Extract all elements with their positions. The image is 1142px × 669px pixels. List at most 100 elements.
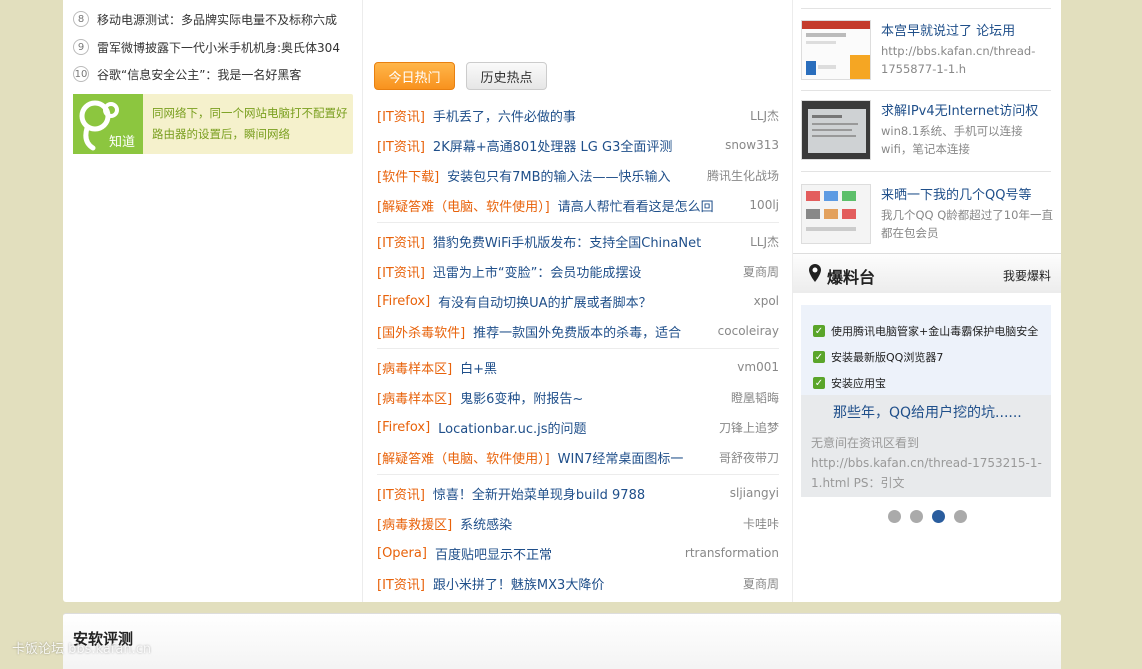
baoliao-image[interactable]: ✓ 使用腾讯电脑管家+金山毒霸保护电脑安全 ✓ 安装最新版QQ浏览器7 ✓ 安装… [801, 305, 1051, 395]
location-pin-icon [809, 264, 821, 282]
thread-author[interactable]: 卡哇咔 [743, 515, 779, 532]
baoliao-header: 爆料台 我要爆料 [793, 253, 1061, 293]
thread-title[interactable]: Locationbar.uc.js的问题 [438, 418, 713, 437]
thread-category[interactable]: [病毒样本区] [377, 388, 452, 407]
tab-today-hot[interactable]: 今日热门 [374, 62, 455, 90]
news-title[interactable]: 求解IPv4无Internet访问权 [881, 100, 1038, 119]
thread-category[interactable]: [病毒救援区] [377, 514, 452, 533]
thread-row[interactable]: [IT资讯] 跟小米拼了！魅族MX3大降价 夏商周 [377, 568, 779, 598]
news-thumbnail[interactable] [801, 100, 871, 160]
baoliao-card[interactable]: ✓ 使用腾讯电脑管家+金山毒霸保护电脑安全 ✓ 安装最新版QQ浏览器7 ✓ 安装… [801, 305, 1051, 497]
zhidao-box[interactable]: 知道 同网络下，同一个网站电脑打不配置好路由器的设置后，瞬间网络 [73, 94, 353, 154]
zhidao-text[interactable]: 同网络下，同一个网站电脑打不配置好路由器的设置后，瞬间网络 [152, 103, 348, 145]
news-item[interactable]: 求解IPv4无Internet访问权 win8.1系统、手机可以连接wifi，笔… [801, 100, 1051, 170]
baoliao-caption[interactable]: 那些年，QQ给用户挖的坑...... [833, 402, 1022, 422]
thread-author[interactable]: rtransformation [685, 546, 779, 560]
thread-title[interactable]: 鬼影6变种，附报告~ [460, 388, 725, 407]
thread-category[interactable]: [IT资讯] [377, 262, 425, 281]
thread-title[interactable]: 安装包只有7MB的输入法——快乐输入 [447, 166, 701, 185]
thread-author[interactable]: 100lj [749, 198, 779, 212]
thread-author[interactable]: snow313 [725, 138, 779, 152]
ranking-item[interactable]: 8 移动电源测试：多品牌实际电量不及标称六成 [73, 9, 337, 29]
carousel-dot[interactable] [888, 510, 901, 523]
thread-author[interactable]: 哥舒夜带刀 [719, 449, 779, 466]
thread-title[interactable]: 百度贴吧显示不正常 [435, 544, 679, 563]
thread-category[interactable]: [解疑答难（电脑、软件使用）] [377, 196, 550, 215]
thread-author[interactable]: cocoleiray [718, 324, 779, 338]
thread-category[interactable]: [IT资讯] [377, 232, 425, 251]
thread-title[interactable]: 有没有自动切换UA的扩展或者脚本？ [438, 292, 747, 311]
thread-author[interactable]: vm001 [737, 360, 779, 374]
thread-category[interactable]: [IT资讯] [377, 136, 425, 155]
thread-title[interactable]: 手机丢了，六件必做的事 [433, 106, 744, 125]
thread-author[interactable]: 夏商周 [743, 575, 779, 592]
thread-title[interactable]: 跟小米拼了！魅族MX3大降价 [433, 574, 737, 593]
thread-row[interactable]: [解疑答难（电脑、软件使用）] WIN7经常桌面图标一 哥舒夜带刀 [377, 442, 779, 472]
ranking-link[interactable]: 雷军微博披露下一代小米手机机身:奥氏体304 [97, 39, 340, 56]
thread-author[interactable]: 腾讯生化战场 [707, 167, 779, 184]
thread-row[interactable]: [Firefox] Locationbar.uc.js的问题 刀锋上追梦 [377, 412, 779, 442]
thread-title[interactable]: 惊喜！全新开始菜单现身build 9788 [433, 484, 724, 503]
thread-author[interactable]: 夏商周 [743, 263, 779, 280]
news-thumbnail[interactable] [801, 20, 871, 80]
right-column: 本宫早就说过了 论坛用 http://bbs.kafan.cn/thread-1… [793, 0, 1061, 602]
thread-category[interactable]: [IT资讯] [377, 484, 425, 503]
thread-title[interactable]: 请高人帮忙看看这是怎么回 [558, 196, 744, 215]
thread-row[interactable]: [IT资讯] 迅雷为上市“变脸”：会员功能成摆设 夏商周 [377, 256, 779, 286]
ranking-item[interactable]: 9 雷军微博披露下一代小米手机机身:奥氏体304 [73, 37, 340, 57]
thread-divider [377, 348, 779, 349]
thread-category[interactable]: [IT资讯] [377, 574, 425, 593]
thread-title[interactable]: 白+黑 [460, 358, 731, 377]
thread-title[interactable]: WIN7经常桌面图标一 [558, 448, 713, 467]
carousel-dot[interactable] [954, 510, 967, 523]
news-divider [801, 8, 1051, 9]
zhidao-logo-text: 知道 [109, 134, 135, 150]
thread-row[interactable]: [国外杀毒软件] 推荐一款国外免费版本的杀毒，适合 cocoleiray [377, 316, 779, 346]
thread-row[interactable]: [软件下载] 安装包只有7MB的输入法——快乐输入 腾讯生化战场 [377, 160, 779, 190]
thread-row[interactable]: [病毒救援区] 系统感染 卡哇咔 [377, 508, 779, 538]
thread-category[interactable]: [病毒样本区] [377, 358, 452, 377]
submit-tip-button[interactable]: 我要爆料 [1003, 267, 1051, 284]
news-item[interactable]: 来晒一下我的几个QQ号等 我几个QQ Q龄都超过了10年一直都在包会员 [801, 184, 1053, 254]
ranking-link[interactable]: 移动电源测试：多品牌实际电量不及标称六成 [97, 11, 337, 28]
thread-row[interactable]: [IT资讯] 2K屏幕+高通801处理器 LG G3全面评测 snow313 [377, 130, 779, 160]
carousel-dot-active[interactable] [932, 510, 945, 523]
thread-title[interactable]: 2K屏幕+高通801处理器 LG G3全面评测 [433, 136, 719, 155]
thread-category[interactable]: [国外杀毒软件] [377, 322, 465, 341]
news-title[interactable]: 来晒一下我的几个QQ号等 [881, 184, 1031, 203]
thread-row[interactable]: [病毒样本区] 白+黑 vm001 [377, 352, 779, 382]
thread-row[interactable]: [IT资讯] 猎豹免费WiFi手机版发布：支持全国ChinaNet LLJ杰 [377, 226, 779, 256]
thread-category[interactable]: [解疑答难（电脑、软件使用）] [377, 448, 550, 467]
thread-author[interactable]: 瞪凰韬晦 [731, 389, 779, 406]
rank-number: 10 [73, 66, 89, 82]
ranking-link[interactable]: 谷歌“信息安全公主”：我是一名好黑客 [97, 66, 301, 83]
thread-author[interactable]: 刀锋上追梦 [719, 419, 779, 436]
thread-title[interactable]: 系统感染 [460, 514, 737, 533]
main-panel: 8 移动电源测试：多品牌实际电量不及标称六成 9 雷军微博披露下一代小米手机机身… [63, 0, 1061, 602]
thread-row[interactable]: [IT资讯] 手机丢了，六件必做的事 LLJ杰 [377, 100, 779, 130]
thread-row[interactable]: [Opera] 百度贴吧显示不正常 rtransformation [377, 538, 779, 568]
thread-row[interactable]: [IT资讯] 惊喜！全新开始菜单现身build 9788 sljiangyi [377, 478, 779, 508]
tab-history-hot[interactable]: 历史热点 [466, 62, 547, 90]
thread-title[interactable]: 推荐一款国外免费版本的杀毒，适合 [473, 322, 712, 341]
news-item[interactable]: 本宫早就说过了 论坛用 http://bbs.kafan.cn/thread-1… [801, 20, 1051, 90]
thread-author[interactable]: LLJ杰 [750, 233, 779, 250]
ranking-item[interactable]: 10 谷歌“信息安全公主”：我是一名好黑客 [73, 64, 301, 84]
thread-author[interactable]: LLJ杰 [750, 107, 779, 124]
thread-row[interactable]: [Firefox] 有没有自动切换UA的扩展或者脚本？ xpol [377, 286, 779, 316]
checkbox-row: ✓ 安装最新版QQ浏览器7 [813, 349, 943, 365]
thread-author[interactable]: xpol [754, 294, 779, 308]
news-title[interactable]: 本宫早就说过了 论坛用 [881, 20, 1015, 39]
thread-row[interactable]: [解疑答难（电脑、软件使用）] 请高人帮忙看看这是怎么回 100lj [377, 190, 779, 220]
thread-category[interactable]: [Firefox] [377, 420, 430, 435]
thread-category[interactable]: [软件下载] [377, 166, 439, 185]
news-thumbnail[interactable] [801, 184, 871, 244]
thread-category[interactable]: [Firefox] [377, 294, 430, 309]
thread-title[interactable]: 猎豹免费WiFi手机版发布：支持全国ChinaNet [433, 232, 744, 251]
thread-title[interactable]: 迅雷为上市“变脸”：会员功能成摆设 [433, 262, 737, 281]
thread-category[interactable]: [Opera] [377, 546, 427, 561]
thread-row[interactable]: [病毒样本区] 鬼影6变种，附报告~ 瞪凰韬晦 [377, 382, 779, 412]
thread-category[interactable]: [IT资讯] [377, 106, 425, 125]
carousel-dot[interactable] [910, 510, 923, 523]
thread-author[interactable]: sljiangyi [730, 486, 779, 500]
